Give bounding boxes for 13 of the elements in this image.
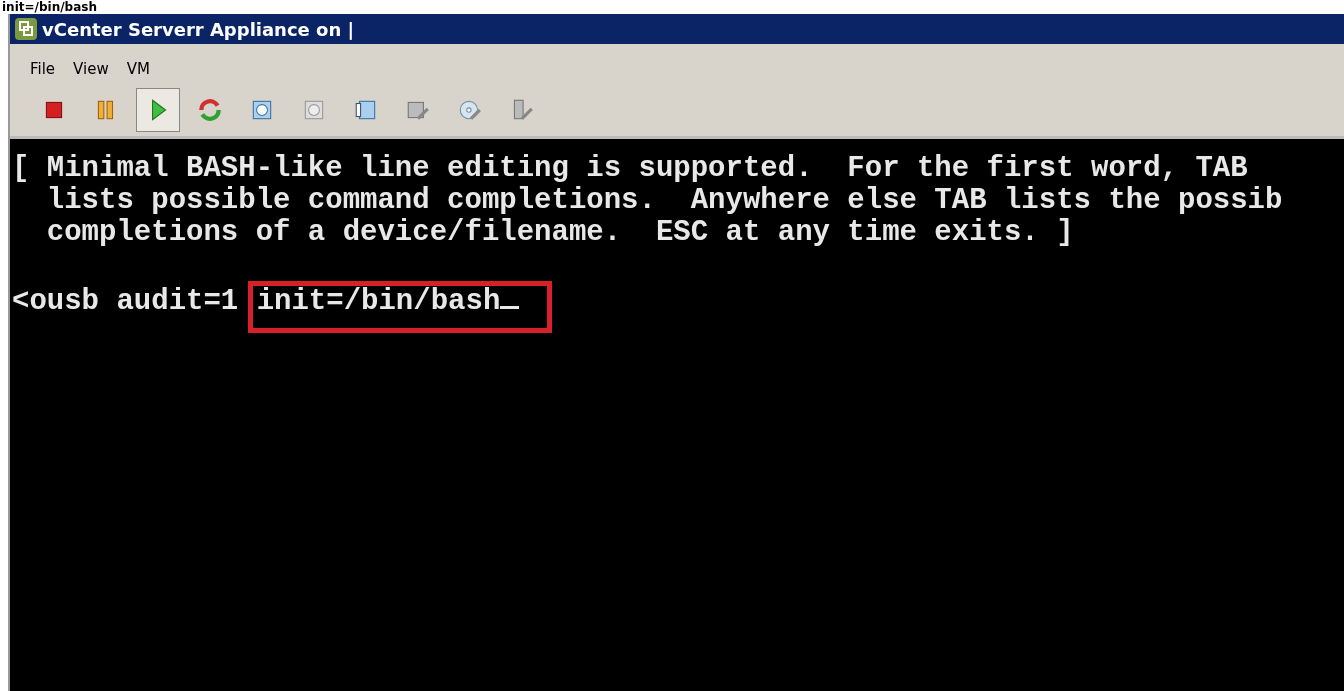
menu-item[interactable]: VM (126, 58, 150, 80)
console-line: [ Minimal BASH-like line editing is supported. For the first word, TAB (12, 153, 1249, 185)
text-cursor (500, 306, 520, 309)
command-text: init=/bin/bash (256, 285, 501, 318)
toolbar-button[interactable] (136, 88, 180, 132)
console-line: <ousb audit=1 (12, 285, 240, 318)
menu-item[interactable]: File (30, 58, 56, 80)
window-title: vCenter Serverr Appliance on | (42, 18, 355, 40)
console-line: completions of a device/filename. ESC at any time exits. ] (45, 217, 1075, 249)
caption-text: init=/bin/bash (1, 0, 98, 14)
app-logo-icon (14, 17, 38, 41)
menu-item[interactable]: View (73, 58, 109, 80)
console-line: lists possible command completions. Anywhere else TAB lists the possib (45, 185, 1284, 217)
